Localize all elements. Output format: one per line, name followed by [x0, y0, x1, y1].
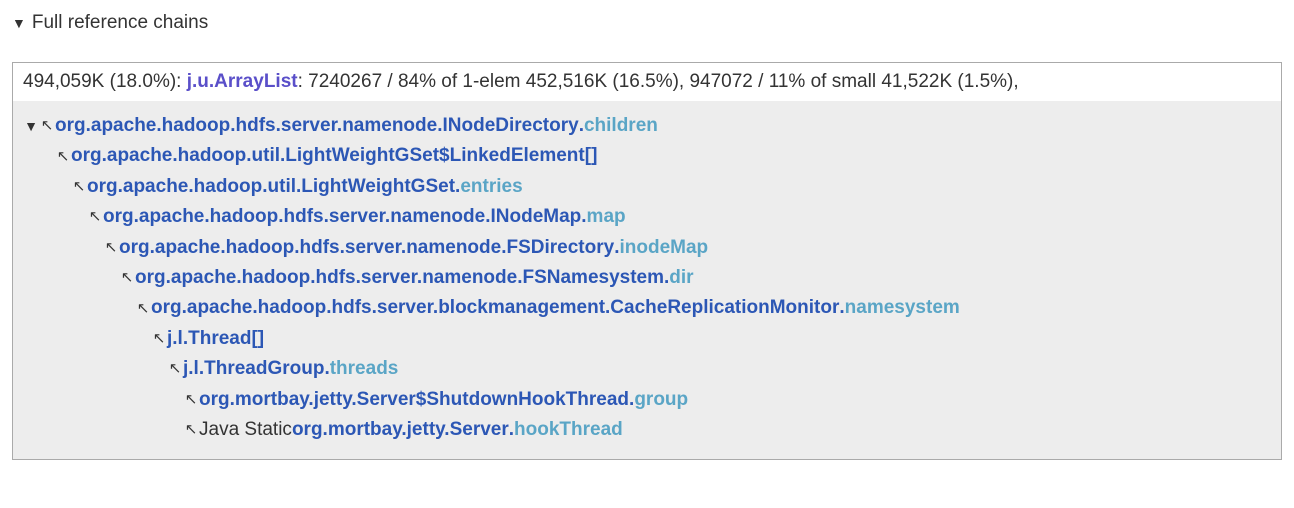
summary-size: 494,059K	[23, 71, 104, 92]
field-link[interactable]: dir	[669, 263, 693, 293]
tree-row: ↖org.apache.hadoop.hdfs.server.namenode.…	[23, 263, 1271, 293]
reference-arrow-icon: ↖	[103, 236, 119, 260]
class-link[interactable]: j.l.Thread[]	[167, 324, 264, 354]
field-link[interactable]: inodeMap	[619, 233, 708, 263]
tree-row: ↖org.apache.hadoop.util.LightWeightGSet$…	[23, 141, 1271, 171]
tree-row: ↖org.apache.hadoop.hdfs.server.blockmana…	[23, 293, 1271, 323]
disclosure-triangle-icon: ▼	[12, 15, 26, 31]
summary-pct: (18.0%)	[110, 71, 177, 92]
reference-arrow-icon: ↖	[39, 114, 55, 138]
reference-arrow-icon: ↖	[135, 297, 151, 321]
tree-row: ↖org.apache.hadoop.hdfs.server.namenode.…	[23, 233, 1271, 263]
reference-arrow-icon: ↖	[183, 418, 199, 442]
reference-panel: 494,059K (18.0%): j.u.ArrayList: 7240267…	[12, 62, 1282, 460]
class-link[interactable]: org.apache.hadoop.hdfs.server.blockmanag…	[151, 293, 839, 323]
section-title: Full reference chains	[32, 12, 208, 34]
field-link[interactable]: namesystem	[845, 293, 960, 323]
tree-row: ↖j.l.ThreadGroup.threads	[23, 354, 1271, 384]
reference-arrow-icon: ↖	[55, 145, 71, 169]
reference-arrow-icon: ↖	[183, 388, 199, 412]
tree-row: ↖j.l.Thread[]	[23, 324, 1271, 354]
class-link[interactable]: org.apache.hadoop.hdfs.server.namenode.F…	[119, 233, 614, 263]
field-link[interactable]: hookThread	[514, 415, 623, 445]
field-link[interactable]: map	[587, 202, 626, 232]
reference-arrow-icon: ↖	[87, 205, 103, 229]
field-link[interactable]: group	[634, 385, 688, 415]
summary-class-link[interactable]: j.u.ArrayList	[187, 71, 298, 92]
field-link[interactable]: children	[584, 111, 658, 141]
summary-line: 494,059K (18.0%): j.u.ArrayList: 7240267…	[13, 63, 1281, 101]
field-link[interactable]: entries	[460, 172, 522, 202]
tree-row: ↖org.apache.hadoop.util.LightWeightGSet.…	[23, 172, 1271, 202]
class-link[interactable]: j.l.ThreadGroup	[183, 354, 324, 384]
tree-row: ↖org.mortbay.jetty.Server$ShutdownHookTh…	[23, 385, 1271, 415]
class-link[interactable]: org.apache.hadoop.hdfs.server.namenode.F…	[135, 263, 664, 293]
expand-toggle-icon[interactable]: ▼	[23, 115, 39, 137]
class-link[interactable]: org.apache.hadoop.hdfs.server.namenode.I…	[55, 111, 579, 141]
section-header[interactable]: ▼ Full reference chains	[12, 12, 1282, 34]
summary-tail: : 7240267 / 84% of 1-elem 452,516K (16.5…	[298, 71, 1019, 92]
reference-arrow-icon: ↖	[151, 327, 167, 351]
reference-tree: ▼↖org.apache.hadoop.hdfs.server.namenode…	[13, 101, 1281, 459]
reference-arrow-icon: ↖	[71, 175, 87, 199]
reference-arrow-icon: ↖	[119, 266, 135, 290]
node-prefix: Java Static	[199, 415, 292, 445]
field-link[interactable]: threads	[330, 354, 399, 384]
class-link[interactable]: org.mortbay.jetty.Server$ShutdownHookThr…	[199, 385, 629, 415]
class-link[interactable]: org.mortbay.jetty.Server	[292, 415, 509, 445]
class-link[interactable]: org.apache.hadoop.util.LightWeightGSet$L…	[71, 141, 597, 171]
tree-row: ↖Java Static org.mortbay.jetty.Server.ho…	[23, 415, 1271, 445]
class-link[interactable]: org.apache.hadoop.util.LightWeightGSet	[87, 172, 455, 202]
tree-row: ▼↖org.apache.hadoop.hdfs.server.namenode…	[23, 111, 1271, 141]
class-link[interactable]: org.apache.hadoop.hdfs.server.namenode.I…	[103, 202, 581, 232]
reference-arrow-icon: ↖	[167, 357, 183, 381]
tree-row: ↖org.apache.hadoop.hdfs.server.namenode.…	[23, 202, 1271, 232]
